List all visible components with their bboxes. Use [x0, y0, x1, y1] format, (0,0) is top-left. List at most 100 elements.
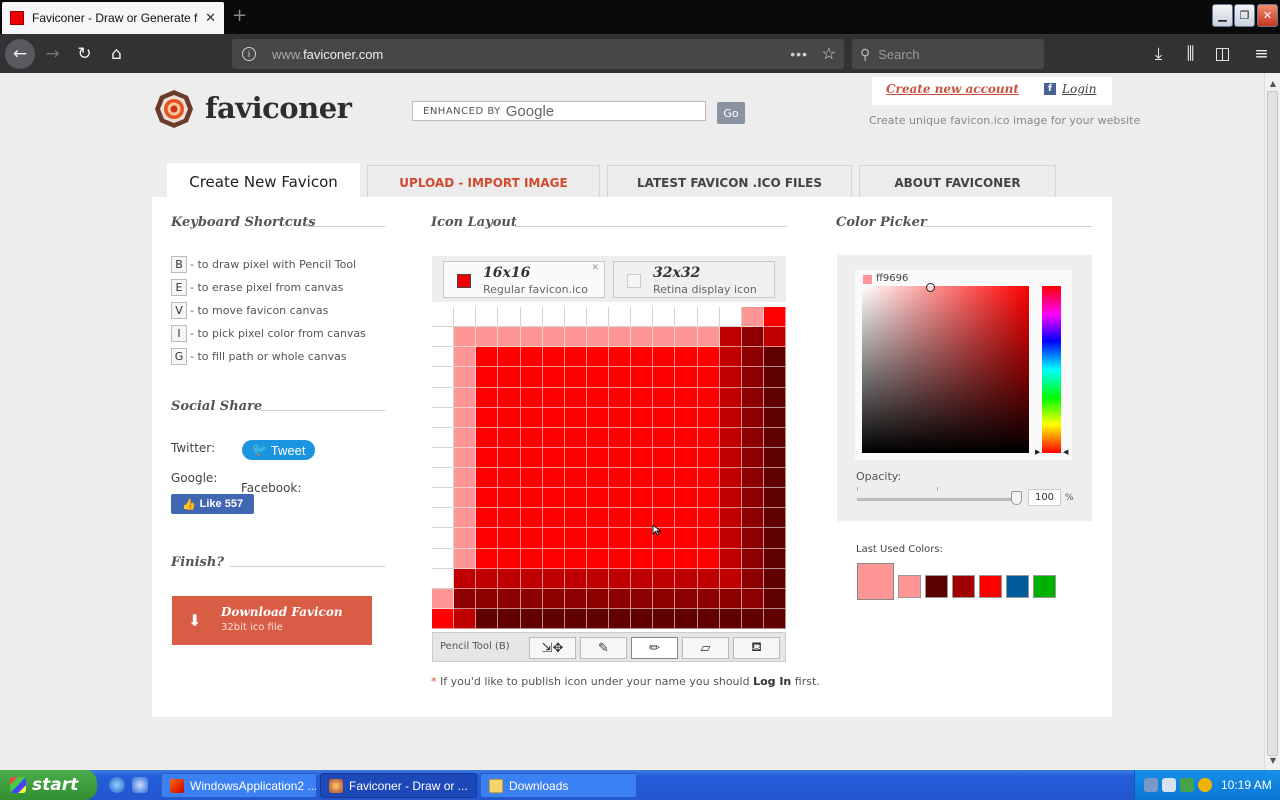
site-info-icon[interactable]: i	[242, 47, 256, 61]
canvas-pixel[interactable]	[698, 347, 720, 367]
canvas-pixel[interactable]	[720, 508, 742, 528]
canvas-pixel[interactable]	[565, 549, 587, 569]
canvas-pixel[interactable]	[764, 589, 786, 609]
canvas-pixel[interactable]	[698, 508, 720, 528]
canvas-pixel[interactable]	[742, 408, 764, 428]
canvas-pixel[interactable]	[609, 508, 631, 528]
canvas-pixel[interactable]	[565, 528, 587, 549]
canvas-pixel[interactable]	[521, 609, 543, 629]
start-button[interactable]: start	[0, 770, 97, 800]
canvas-pixel[interactable]	[543, 408, 565, 428]
canvas-pixel[interactable]	[609, 589, 631, 609]
page-scrollbar[interactable]: ▲ ▼	[1264, 73, 1280, 770]
canvas-pixel[interactable]	[521, 448, 543, 468]
canvas-pixel[interactable]	[720, 549, 742, 569]
canvas-pixel[interactable]	[476, 327, 498, 347]
canvas-pixel[interactable]	[675, 448, 698, 468]
canvas-pixel[interactable]	[521, 327, 543, 347]
internet-explorer-icon[interactable]	[109, 777, 125, 793]
browser-shortcut-icon[interactable]	[132, 777, 148, 793]
canvas-pixel[interactable]	[476, 388, 498, 408]
canvas-pixel[interactable]	[543, 589, 565, 609]
browser-tab-faviconer[interactable]: Faviconer - Draw or Generate fav ✕	[2, 2, 224, 34]
tab-about[interactable]: ABOUT FAVICONER	[859, 165, 1056, 200]
canvas-pixel[interactable]	[498, 468, 521, 488]
canvas-pixel[interactable]	[720, 448, 742, 468]
canvas-pixel[interactable]	[498, 589, 521, 609]
canvas-pixel[interactable]	[587, 569, 609, 589]
canvas-pixel[interactable]	[498, 488, 521, 508]
canvas-pixel[interactable]	[565, 428, 587, 448]
canvas-pixel[interactable]	[498, 408, 521, 428]
canvas-pixel[interactable]	[587, 388, 609, 408]
scroll-down-icon[interactable]: ▼	[1265, 752, 1280, 768]
canvas-pixel[interactable]	[432, 428, 454, 448]
canvas-pixel[interactable]	[432, 589, 454, 609]
canvas-pixel[interactable]	[653, 428, 675, 448]
canvas-pixel[interactable]	[742, 569, 764, 589]
canvas-pixel[interactable]	[609, 327, 631, 347]
canvas-pixel[interactable]	[587, 367, 609, 388]
canvas-pixel[interactable]	[476, 569, 498, 589]
canvas-pixel[interactable]	[543, 569, 565, 589]
scrollbar-thumb[interactable]	[1267, 91, 1278, 756]
size-32x32-option[interactable]: 32x32 Retina display icon	[613, 261, 775, 298]
canvas-pixel[interactable]	[653, 367, 675, 388]
canvas-pixel[interactable]	[432, 609, 454, 629]
canvas-pixel[interactable]	[498, 367, 521, 388]
canvas-pixel[interactable]	[543, 367, 565, 388]
canvas-pixel[interactable]	[521, 468, 543, 488]
close-window-button[interactable]: ✕	[1257, 4, 1278, 27]
canvas-pixel[interactable]	[764, 388, 786, 408]
canvas-pixel[interactable]	[587, 508, 609, 528]
canvas-pixel[interactable]	[675, 609, 698, 629]
address-bar[interactable]: i www. faviconer.com ••• ☆	[232, 39, 844, 69]
canvas-pixel[interactable]	[565, 609, 587, 629]
canvas-pixel[interactable]	[498, 549, 521, 569]
canvas-pixel[interactable]	[587, 589, 609, 609]
canvas-pixel[interactable]	[565, 569, 587, 589]
canvas-pixel[interactable]	[454, 589, 476, 609]
canvas-pixel[interactable]	[432, 388, 454, 408]
canvas-pixel[interactable]	[675, 307, 698, 327]
last-used-color-swatch[interactable]	[925, 575, 948, 598]
last-used-color-swatch[interactable]	[979, 575, 1002, 598]
canvas-pixel[interactable]	[631, 307, 653, 327]
canvas-pixel[interactable]	[432, 347, 454, 367]
canvas-pixel[interactable]	[653, 307, 675, 327]
canvas-pixel[interactable]	[498, 508, 521, 528]
canvas-pixel[interactable]	[720, 347, 742, 367]
canvas-pixel[interactable]	[543, 428, 565, 448]
canvas-pixel[interactable]	[609, 448, 631, 468]
create-account-link[interactable]: Create new account	[886, 82, 1019, 96]
canvas-pixel[interactable]	[565, 488, 587, 508]
canvas-pixel[interactable]	[498, 609, 521, 629]
go-button[interactable]: Go	[717, 102, 745, 124]
canvas-pixel[interactable]	[675, 468, 698, 488]
canvas-pixel[interactable]	[498, 569, 521, 589]
canvas-pixel[interactable]	[565, 347, 587, 367]
login-link[interactable]: Login	[1062, 82, 1096, 96]
canvas-pixel[interactable]	[432, 468, 454, 488]
canvas-pixel[interactable]	[764, 408, 786, 428]
canvas-pixel[interactable]	[498, 307, 521, 327]
canvas-pixel[interactable]	[698, 468, 720, 488]
canvas-pixel[interactable]	[521, 488, 543, 508]
canvas-pixel[interactable]	[543, 609, 565, 629]
canvas-pixel[interactable]	[432, 448, 454, 468]
canvas-pixel[interactable]	[609, 428, 631, 448]
canvas-pixel[interactable]	[742, 327, 764, 347]
hamburger-menu-icon[interactable]: ≡	[1249, 41, 1274, 66]
canvas-pixel[interactable]	[521, 589, 543, 609]
canvas-pixel[interactable]	[454, 528, 476, 549]
canvas-pixel[interactable]	[698, 569, 720, 589]
canvas-pixel[interactable]	[454, 609, 476, 629]
taskbar-item-faviconer[interactable]: Faviconer - Draw or ...	[320, 773, 477, 798]
network-icon[interactable]	[1144, 778, 1158, 792]
canvas-pixel[interactable]	[476, 589, 498, 609]
canvas-pixel[interactable]	[742, 388, 764, 408]
canvas-pixel[interactable]	[742, 528, 764, 549]
canvas-pixel[interactable]	[764, 528, 786, 549]
canvas-pixel[interactable]	[432, 367, 454, 388]
tab-create-new-favicon[interactable]: Create New Favicon	[167, 163, 360, 200]
